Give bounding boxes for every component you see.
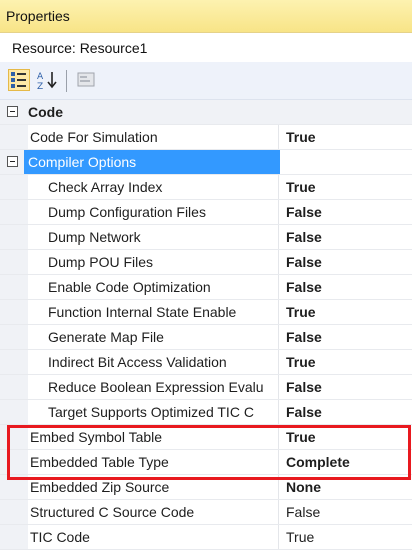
property-name: Embedded Table Type <box>30 454 169 470</box>
category-code[interactable]: Code <box>0 100 412 125</box>
row-gutter <box>0 350 28 374</box>
property-value[interactable]: False <box>278 375 412 399</box>
property-value[interactable]: True <box>278 125 412 149</box>
property-row-dump-network[interactable]: Dump Network False <box>0 225 412 250</box>
property-value[interactable]: True <box>278 350 412 374</box>
property-name: Indirect Bit Access Validation <box>48 354 227 370</box>
property-row-embedded-zip-source[interactable]: Embedded Zip Source None <box>0 475 412 500</box>
svg-text:Z: Z <box>37 82 43 91</box>
property-name: Dump Network <box>48 229 141 245</box>
category-label: Code <box>28 104 63 120</box>
svg-text:A: A <box>37 72 44 82</box>
property-value[interactable]: None <box>278 475 412 499</box>
property-row-dump-configuration-files[interactable]: Dump Configuration Files False <box>0 200 412 225</box>
toolbar-separator <box>66 70 67 92</box>
property-value[interactable]: False <box>278 500 412 524</box>
property-value[interactable]: True <box>278 425 412 449</box>
property-value[interactable]: True <box>278 175 412 199</box>
property-name: Enable Code Optimization <box>48 279 211 295</box>
row-gutter <box>0 250 28 274</box>
row-gutter <box>0 425 28 449</box>
row-gutter <box>0 450 28 474</box>
property-name: Embed Symbol Table <box>30 429 163 445</box>
property-name: Dump POU Files <box>48 254 154 270</box>
property-row-generate-map-file[interactable]: Generate Map File False <box>0 325 412 350</box>
property-value[interactable]: False <box>278 200 412 224</box>
row-gutter <box>0 375 28 399</box>
property-pages-icon <box>77 72 95 87</box>
collapse-icon[interactable] <box>7 106 18 117</box>
property-name: Code For Simulation <box>30 129 158 145</box>
row-gutter <box>0 475 28 499</box>
property-row-embedded-table-type[interactable]: Embedded Table Type Complete <box>0 450 412 475</box>
property-grid: Code Code For Simulation True Compiler O… <box>0 100 412 550</box>
row-gutter <box>0 275 28 299</box>
property-value[interactable]: False <box>278 225 412 249</box>
row-gutter <box>0 500 28 524</box>
panel-title: Properties <box>6 8 70 24</box>
property-name: Generate Map File <box>48 329 164 345</box>
property-row-check-array-index[interactable]: Check Array Index True <box>0 175 412 200</box>
property-pages-button[interactable] <box>76 69 98 91</box>
collapse-icon[interactable] <box>7 156 18 167</box>
properties-toolbar: A Z <box>0 62 412 100</box>
property-value[interactable]: Complete <box>278 450 412 474</box>
property-row-code-for-simulation[interactable]: Code For Simulation True <box>0 125 412 150</box>
row-gutter <box>0 200 28 224</box>
properties-title-bar: Properties <box>0 0 412 33</box>
alphabetical-sort-icon: A Z <box>37 72 57 92</box>
row-gutter <box>0 525 28 549</box>
property-value[interactable]: True <box>278 525 412 549</box>
property-value[interactable]: False <box>278 325 412 349</box>
row-gutter <box>0 125 28 149</box>
row-gutter <box>0 325 28 349</box>
category-compiler-options[interactable]: Compiler Options <box>0 150 412 175</box>
row-gutter <box>0 175 28 199</box>
categorized-view-button[interactable] <box>8 69 30 91</box>
property-value[interactable]: True <box>278 300 412 324</box>
property-row-target-supports-optimized-tic[interactable]: Target Supports Optimized TIC C False <box>0 400 412 425</box>
category-label-selected: Compiler Options <box>24 150 280 174</box>
property-name: Function Internal State Enable <box>48 304 237 320</box>
property-name: Structured C Source Code <box>30 504 195 520</box>
property-row-dump-pou-files[interactable]: Dump POU Files False <box>0 250 412 275</box>
row-gutter <box>0 225 28 249</box>
property-row-embed-symbol-table[interactable]: Embed Symbol Table True <box>0 425 412 450</box>
category-value-empty <box>278 150 412 174</box>
property-row-structured-c-source-code[interactable]: Structured C Source Code False <box>0 500 412 525</box>
property-name: Check Array Index <box>48 179 163 195</box>
resource-label: Resource: Resource1 <box>12 40 148 56</box>
property-value[interactable]: False <box>278 250 412 274</box>
property-name: TIC Code <box>30 529 90 545</box>
property-name: Dump Configuration Files <box>48 204 206 220</box>
property-value[interactable]: False <box>278 275 412 299</box>
property-row-tic-code[interactable]: TIC Code True <box>0 525 412 550</box>
property-name: Reduce Boolean Expression Evalu <box>48 379 264 395</box>
property-row-function-internal-state-enable[interactable]: Function Internal State Enable True <box>0 300 412 325</box>
row-gutter <box>0 400 28 424</box>
property-row-enable-code-optimization[interactable]: Enable Code Optimization False <box>0 275 412 300</box>
property-name: Embedded Zip Source <box>30 479 170 495</box>
property-name: Target Supports Optimized TIC C <box>48 404 254 420</box>
property-row-indirect-bit-access-validation[interactable]: Indirect Bit Access Validation True <box>0 350 412 375</box>
alphabetical-sort-button[interactable]: A Z <box>36 69 58 92</box>
property-row-reduce-boolean-expression[interactable]: Reduce Boolean Expression Evalu False <box>0 375 412 400</box>
property-value[interactable]: False <box>278 400 412 424</box>
row-gutter <box>0 300 28 324</box>
categorized-view-icon <box>11 72 26 88</box>
